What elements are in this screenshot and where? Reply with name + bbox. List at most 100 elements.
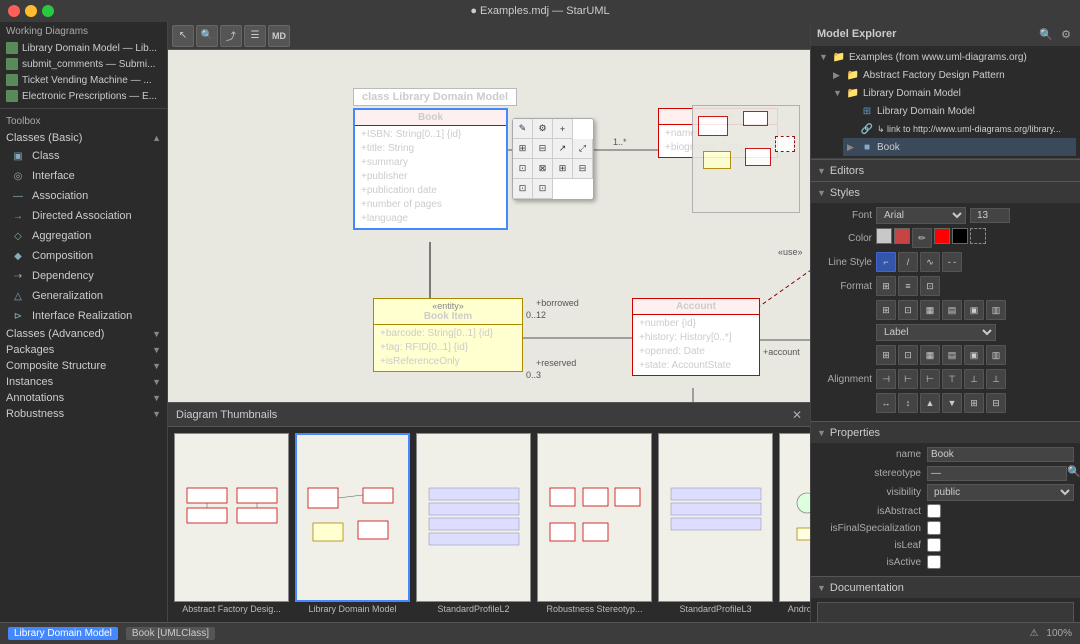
fmt2-i1[interactable]: ⊞ — [876, 345, 896, 365]
bring-front[interactable]: ▲ — [920, 393, 940, 413]
tb-zoom-in[interactable]: 🔍 — [196, 25, 218, 47]
thumb-item[interactable]: Android Camera Imple... — [779, 433, 810, 616]
prop-name-input[interactable] — [927, 447, 1074, 462]
fmt2-i2[interactable]: ⊡ — [898, 345, 918, 365]
category-composite[interactable]: Composite Structure ▼ — [6, 358, 161, 374]
diagram-canvas[interactable]: class Library Domain Model 1..* +borrowe… — [168, 50, 810, 622]
prop-isfinal-checkbox[interactable] — [927, 521, 941, 535]
documentation-textarea[interactable] — [817, 602, 1074, 622]
fmt2-i4[interactable]: ▤ — [942, 345, 962, 365]
prop-visibility-select[interactable]: public protected private package — [927, 484, 1074, 501]
send-back[interactable]: ▼ — [942, 393, 962, 413]
thumb-item[interactable]: Robustness Stereotyp... — [537, 433, 652, 616]
prop-stereotype-search-icon[interactable]: 🔍 — [1067, 465, 1080, 481]
align-top[interactable]: ⊤ — [942, 369, 962, 389]
tool-item-composition[interactable]: ◆ Composition — [6, 246, 161, 266]
ft-copy[interactable]: ⊡ — [513, 159, 533, 179]
fmt-i6[interactable]: ▥ — [986, 300, 1006, 320]
float-toolbar[interactable]: ✎ ⚙ + ⊞ ⊟ ↗ ⤢ ⊡ ⊠ ⊞ ⊟ ⊡ ⊡ — [512, 118, 594, 200]
ungroup[interactable]: ⊟ — [986, 393, 1006, 413]
thumb-item[interactable]: StandardProfileL3 — [658, 433, 773, 616]
category-instances[interactable]: Instances ▼ — [6, 374, 161, 390]
ft-add[interactable]: + — [553, 119, 573, 139]
align-left[interactable]: ⊣ — [876, 369, 896, 389]
font-select[interactable]: Arial — [876, 207, 966, 224]
tool-item-class[interactable]: ▣ Class — [6, 146, 161, 166]
tree-library-domain[interactable]: ▼ 📁 Library Domain Model — [829, 84, 1076, 102]
swatch-gray[interactable] — [876, 228, 892, 244]
thumbnails-close-button[interactable]: ✕ — [792, 408, 802, 422]
category-annotations[interactable]: Annotations ▼ — [6, 390, 161, 406]
align-center-h[interactable]: ⊢ — [898, 369, 918, 389]
ft-v-align[interactable]: ⊟ — [533, 139, 553, 159]
thumb-item[interactable]: Library Domain Model — [295, 433, 410, 616]
category-packages[interactable]: Packages ▼ — [6, 342, 161, 358]
thumb-item[interactable]: StandardProfileL2 — [416, 433, 531, 616]
category-robustness[interactable]: Robustness ▼ — [6, 406, 161, 422]
prop-isabstract-checkbox[interactable] — [927, 504, 941, 518]
group[interactable]: ⊞ — [964, 393, 984, 413]
ft-del[interactable]: ⊟ — [573, 159, 593, 179]
spread-v[interactable]: ↕ — [898, 393, 918, 413]
tool-item-association[interactable]: — Association — [6, 186, 161, 206]
tree-examples[interactable]: ▼ 📁 Examples (from www.uml-diagrams.org) — [815, 48, 1076, 66]
diagram-item-ticket[interactable]: Ticket Vending Machine — ... — [6, 72, 161, 88]
tool-item-interface[interactable]: ◎ Interface — [6, 166, 161, 186]
tool-item-generalization[interactable]: △ Generalization — [6, 286, 161, 306]
color-picker-icon[interactable]: ✏ — [912, 228, 932, 248]
swatch-red[interactable] — [934, 228, 950, 244]
prop-stereotype-input[interactable] — [927, 466, 1067, 481]
fmt2-i6[interactable]: ▥ — [986, 345, 1006, 365]
ft-expand[interactable]: ⤢ — [573, 139, 593, 159]
ft-paste[interactable]: ⊠ — [533, 159, 553, 179]
fmt2-i3[interactable]: ▦ — [920, 345, 940, 365]
book-class[interactable]: Book +ISBN: String[0..1] {id} +title: St… — [353, 108, 508, 230]
diagram-tab[interactable]: Library Domain Model — [8, 627, 118, 640]
tool-item-interface-real[interactable]: ⊳ Interface Realization — [6, 306, 161, 326]
tool-item-aggregation[interactable]: ◇ Aggregation — [6, 226, 161, 246]
fmt-i5[interactable]: ▣ — [964, 300, 984, 320]
tb-md[interactable]: MD — [268, 25, 290, 47]
spread-h[interactable]: ↔ — [876, 393, 896, 413]
tb-share[interactable]: ⤴ — [220, 25, 242, 47]
ft-arrow[interactable]: ↗ — [553, 139, 573, 159]
prop-isactive-checkbox[interactable] — [927, 555, 941, 569]
account-class[interactable]: Account +number {id} +history: History[0… — [632, 298, 760, 376]
swatch-fill[interactable] — [894, 228, 910, 244]
window-controls[interactable] — [8, 5, 54, 17]
fmt-i1[interactable]: ⊞ — [876, 300, 896, 320]
tool-item-dependency[interactable]: ⇢ Dependency — [6, 266, 161, 286]
format-btn2[interactable]: ≡ — [898, 276, 918, 296]
minimize-button[interactable] — [25, 5, 37, 17]
fmt-i2[interactable]: ⊡ — [898, 300, 918, 320]
align-right[interactable]: ⊢ — [920, 369, 940, 389]
settings-icon[interactable]: ⚙ — [1058, 26, 1074, 42]
thumb-item[interactable]: Abstract Factory Desig... — [174, 433, 289, 616]
bookitem-entity[interactable]: «entity» Book Item +barcode: String[0..1… — [373, 298, 523, 372]
line-oblique[interactable]: / — [898, 252, 918, 272]
format-btn1[interactable]: ⊞ — [876, 276, 896, 296]
tree-library-diagram[interactable]: ⊞ Library Domain Model — [843, 102, 1076, 120]
swatch-transparent[interactable] — [970, 228, 986, 244]
tb-more[interactable]: ☰ — [244, 25, 266, 47]
properties-header[interactable]: ▼ Properties — [811, 421, 1080, 443]
fmt-i4[interactable]: ▤ — [942, 300, 962, 320]
ft-settings[interactable]: ⚙ — [533, 119, 553, 139]
line-rectilinear[interactable]: ⌐ — [876, 252, 896, 272]
font-size-input[interactable] — [970, 208, 1010, 223]
ft-c1[interactable]: ⊡ — [513, 179, 533, 199]
tree-link[interactable]: 🔗 ↳ link to http://www.uml-diagrams.org/… — [843, 120, 1076, 138]
minimap-preview[interactable] — [692, 105, 800, 213]
fmt-i3[interactable]: ▦ — [920, 300, 940, 320]
align-bottom[interactable]: ⊥ — [986, 369, 1006, 389]
category-classes-basic[interactable]: Classes (Basic) ▲ — [6, 130, 161, 146]
editors-header[interactable]: ▼ Editors — [811, 159, 1080, 181]
ft-more2[interactable]: ⊞ — [553, 159, 573, 179]
tb-pointer[interactable]: ↖ — [172, 25, 194, 47]
align-middle-v[interactable]: ⊥ — [964, 369, 984, 389]
swatch-black[interactable] — [952, 228, 968, 244]
tree-book[interactable]: ▶ ■ Book — [843, 138, 1076, 156]
line-curved[interactable]: ∿ — [920, 252, 940, 272]
styles-header[interactable]: ▼ Styles — [811, 181, 1080, 203]
line-dashed[interactable]: - - — [942, 252, 962, 272]
